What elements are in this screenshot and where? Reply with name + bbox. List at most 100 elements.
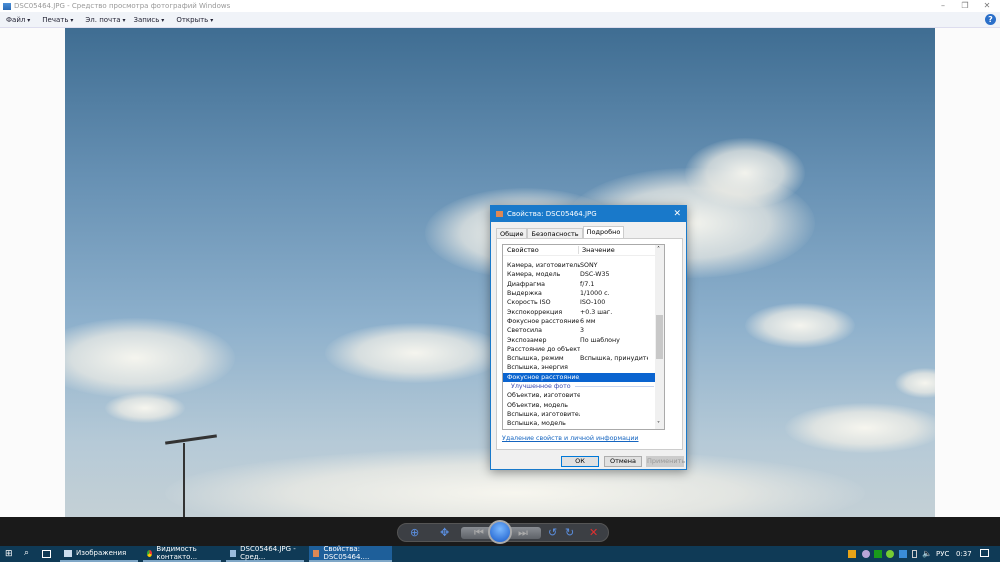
- tray-disc-icon[interactable]: [862, 550, 870, 558]
- menu-open[interactable]: Открыть: [176, 16, 213, 24]
- list-item[interactable]: Вспышка, изготовитель: [503, 410, 664, 419]
- property-value: f/7.1: [580, 280, 595, 288]
- property-name: Вспышка, энергия: [507, 364, 568, 372]
- list-item[interactable]: Объектив, модель: [503, 400, 664, 409]
- scrollbar-thumb[interactable]: [656, 315, 663, 359]
- list-item[interactable]: Светосила 3: [503, 326, 664, 335]
- list-item[interactable]: Скорость ISO ISO-100: [503, 298, 664, 307]
- tray-network-app-icon[interactable]: [899, 550, 907, 558]
- window-title: DSC05464.JPG - Средство просмотра фотогр…: [14, 2, 231, 10]
- property-name: Камера, изготовитель: [507, 262, 580, 270]
- property-name: Диафрагма: [507, 280, 546, 288]
- restore-button[interactable]: ❐: [954, 0, 976, 12]
- help-icon[interactable]: ?: [985, 14, 996, 25]
- lamp-pole: [183, 443, 185, 517]
- property-name: Объектив, изготовитель: [507, 392, 580, 400]
- list-item[interactable]: Фокусное расстояние, э...: [503, 372, 656, 382]
- remove-properties-link[interactable]: Удаление свойств и личной информации: [502, 435, 639, 442]
- tray-green-icon[interactable]: [874, 550, 882, 558]
- taskbar-item-properties[interactable]: Свойства: DSC05464....: [309, 545, 392, 562]
- taskbar-item-images[interactable]: Изображения: [60, 546, 138, 562]
- property-name: Скорость ISO: [507, 299, 551, 307]
- property-value: По шаблону: [580, 336, 620, 344]
- taskbar-label: Свойства: DSC05464....: [323, 545, 370, 561]
- property-name: Светосила: [507, 327, 542, 335]
- property-value: 6 мм: [580, 317, 596, 325]
- tray-app-icon[interactable]: [848, 550, 856, 558]
- property-value: ISO-100: [580, 299, 606, 307]
- properties-dialog: Свойства: DSC05464.JPG ✕ Общие Безопасно…: [490, 205, 687, 470]
- list-item[interactable]: Экспокоррекция +0.3 шаг.: [503, 307, 664, 316]
- list-item[interactable]: Объектив, изготовитель: [503, 391, 664, 400]
- rotate-left-icon[interactable]: ↺: [548, 526, 557, 540]
- details-panel: Свойство Значение Камера, изготовитель SO…: [496, 238, 683, 450]
- rotate-right-icon[interactable]: ↻: [565, 526, 574, 540]
- properties-icon: [313, 549, 320, 557]
- scroll-up-icon[interactable]: ˄: [657, 246, 660, 253]
- volume-icon[interactable]: 🔈: [922, 549, 932, 558]
- tray-sync-icon[interactable]: [886, 550, 894, 558]
- properties-icon: [496, 211, 503, 217]
- dialog-close-button[interactable]: ✕: [673, 209, 681, 219]
- folder-icon: [64, 549, 72, 557]
- clock[interactable]: 0:37: [956, 550, 972, 558]
- taskbar-label: Изображения: [76, 549, 127, 557]
- viewer-controls: ⊕ ✥ ⏮ ⏭ ↺ ↻ ✕: [0, 517, 1000, 546]
- scroll-down-icon[interactable]: ˅: [657, 421, 660, 428]
- column-property[interactable]: Свойство: [503, 246, 579, 254]
- actual-size-icon[interactable]: ✥: [440, 526, 449, 540]
- street-lamp: [165, 434, 217, 445]
- usb-icon[interactable]: [912, 550, 917, 558]
- list-item[interactable]: Вспышка, энергия: [503, 363, 664, 372]
- windows-start-icon[interactable]: ⊞: [5, 549, 13, 559]
- chrome-icon: [147, 549, 153, 557]
- property-name: Фокусное расстояние: [507, 317, 580, 325]
- list-item[interactable]: Экспозамер По шаблону: [503, 335, 664, 344]
- list-item[interactable]: Камера, изготовитель SONY: [503, 261, 664, 270]
- property-list[interactable]: Свойство Значение Камера, изготовитель SO…: [502, 244, 665, 430]
- property-name: Экспозамер: [507, 336, 547, 344]
- taskbar-label: DSC05464.JPG - Сред...: [240, 545, 296, 561]
- next-icon[interactable]: ⏭: [518, 526, 528, 540]
- menu-print[interactable]: Печать: [42, 16, 73, 24]
- list-item[interactable]: Вспышка, модель: [503, 419, 664, 428]
- menu-burn[interactable]: Запись: [134, 16, 165, 24]
- property-value: 1/1000 с.: [580, 290, 610, 298]
- property-value: +0.3 шаг.: [580, 308, 613, 316]
- group-header: Улучшенное фото: [503, 382, 664, 391]
- previous-icon[interactable]: ⏮: [474, 526, 484, 540]
- list-item[interactable]: Диафрагма f/7.1: [503, 280, 664, 289]
- menu-email[interactable]: Эл. почта: [85, 16, 125, 24]
- property-name: Фокусное расстояние, э...: [507, 373, 580, 381]
- list-item[interactable]: Расстояние до объекта: [503, 345, 664, 354]
- language-indicator[interactable]: РУС: [936, 550, 949, 558]
- dialog-title-bar: Свойства: DSC05464.JPG ✕: [491, 206, 686, 222]
- photo-viewer-icon: [3, 2, 11, 10]
- slideshow-button[interactable]: [488, 520, 512, 544]
- property-value: DSC-W35: [580, 271, 610, 279]
- apply-button[interactable]: Применить: [646, 456, 685, 467]
- close-button[interactable]: ✕: [976, 0, 998, 12]
- taskbar-item-chrome[interactable]: Видимость контакто...: [143, 545, 221, 562]
- task-view-icon[interactable]: [42, 550, 51, 558]
- list-item[interactable]: Выдержка 1/1000 с.: [503, 289, 664, 298]
- minimize-button[interactable]: –: [932, 0, 954, 12]
- taskbar-item-photo-viewer[interactable]: DSC05464.JPG - Сред...: [226, 545, 304, 562]
- zoom-icon[interactable]: ⊕: [410, 526, 419, 540]
- notifications-icon[interactable]: [980, 549, 989, 557]
- ok-button[interactable]: ОК: [561, 456, 599, 467]
- menu-file[interactable]: Файл: [6, 16, 30, 24]
- list-header: Свойство Значение: [503, 245, 664, 256]
- property-name: Вспышка, изготовитель: [507, 410, 580, 418]
- cancel-button[interactable]: Отмена: [604, 456, 642, 467]
- search-icon[interactable]: ⌕: [24, 548, 29, 558]
- list-item[interactable]: Вспышка, режим Вспышка, принудите...: [503, 354, 664, 363]
- delete-icon[interactable]: ✕: [589, 526, 598, 540]
- menu-bar: Файл Печать Эл. почта Запись Открыть: [0, 12, 1000, 28]
- property-name: Камера, модель: [507, 271, 561, 279]
- scrollbar[interactable]: ˄ ˅: [655, 245, 664, 429]
- list-item[interactable]: Камера, модель DSC-W35: [503, 270, 664, 279]
- list-item[interactable]: Фокусное расстояние 6 мм: [503, 317, 664, 326]
- column-value[interactable]: Значение: [579, 246, 615, 254]
- taskbar-label: Видимость контакто...: [156, 545, 198, 561]
